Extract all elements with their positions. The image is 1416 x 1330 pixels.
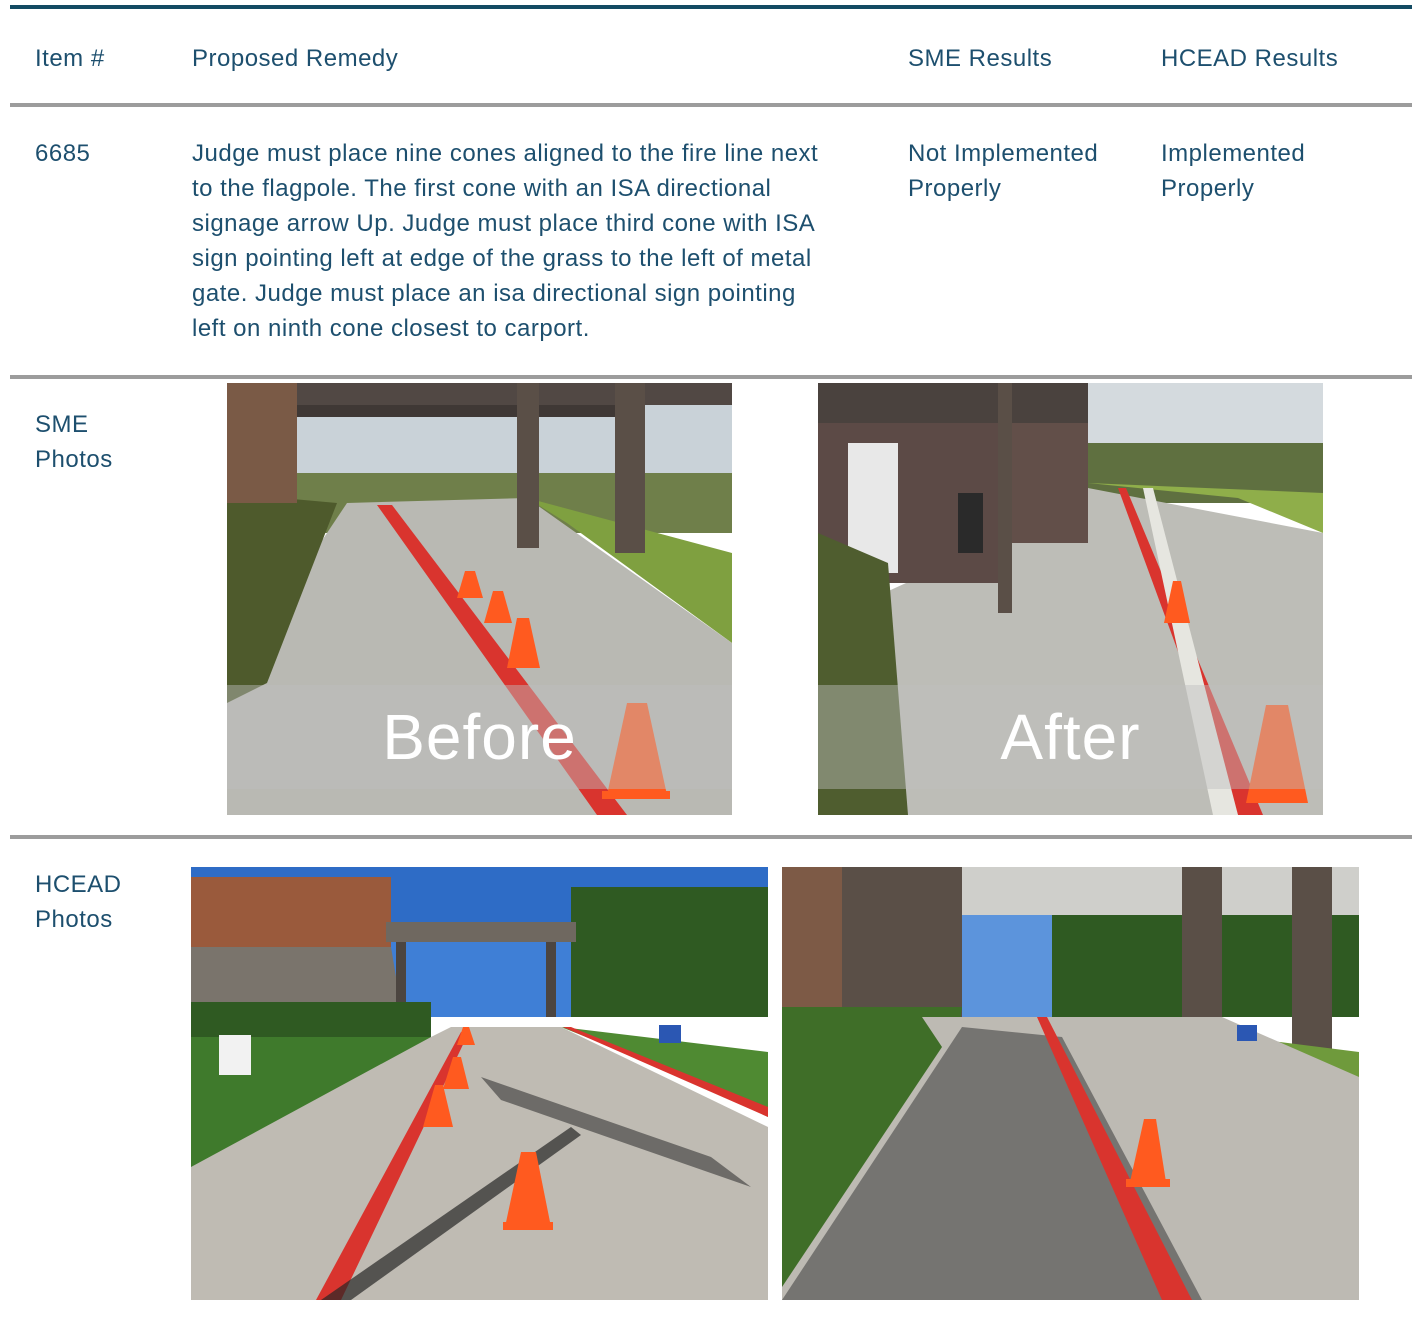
sme-photos-rule [10, 835, 1412, 839]
hcead-photo-right [782, 867, 1359, 1300]
sme-photos-label-line: SME [35, 411, 89, 438]
before-overlay-label: Before [382, 701, 577, 773]
sme-before-photo: Before [227, 383, 732, 815]
sme-photos-label: SME Photos [35, 407, 113, 477]
header-hcead-results: HCEAD Results [1161, 45, 1339, 72]
remedy-line: Judge must place nine cones aligned to t… [192, 140, 819, 167]
item-number: 6685 [35, 140, 91, 167]
sme-photos-label-line: Photos [35, 446, 113, 473]
row-rule [10, 375, 1412, 379]
hcead-result-line: Properly [1161, 175, 1255, 202]
header-rule [10, 103, 1412, 107]
proposed-remedy-text: Judge must place nine cones aligned to t… [192, 136, 882, 346]
remedy-line: to the flagpole. The first cone with an … [192, 175, 772, 202]
hcead-photos-label-line: Photos [35, 906, 113, 933]
sme-after-photo: After [818, 383, 1323, 815]
header-item: Item # [35, 45, 105, 72]
sme-result-line: Properly [908, 175, 1002, 202]
sme-result-line: Not Implemented [908, 140, 1099, 167]
table-top-rule [10, 5, 1412, 9]
remedy-line: left on ninth cone closest to carport. [192, 315, 590, 342]
hcead-result: Implemented Properly [1161, 136, 1305, 206]
remedy-line: gate. Judge must place an isa directiona… [192, 280, 796, 307]
header-proposed-remedy: Proposed Remedy [192, 45, 399, 72]
remedy-line: signage arrow Up. Judge must place third… [192, 210, 816, 237]
header-sme-results: SME Results [908, 45, 1053, 72]
remedy-line: sign pointing left at edge of the grass … [192, 245, 812, 272]
hcead-photos-label: HCEAD Photos [35, 867, 122, 937]
hcead-photo-left [191, 867, 768, 1300]
sme-result: Not Implemented Properly [908, 136, 1098, 206]
after-overlay-label: After [1000, 701, 1141, 773]
hcead-result-line: Implemented [1161, 140, 1306, 167]
hcead-photos-label-line: HCEAD [35, 871, 122, 898]
